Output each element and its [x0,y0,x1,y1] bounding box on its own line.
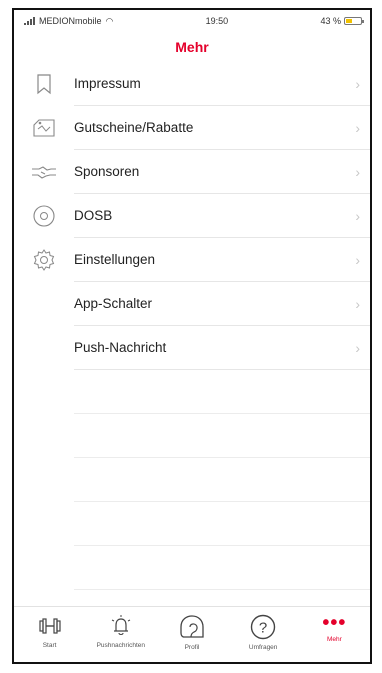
tab-bar: Start Pushnachrichten Profil ? Umfragen … [14,606,370,662]
status-bar: MEDIONmobile ◠ 19:50 43 % [14,10,370,32]
phone-screen: MEDIONmobile ◠ 19:50 43 % Mehr Impressum… [12,8,372,664]
tab-pushnachrichten[interactable]: Pushnachrichten [86,613,156,649]
menu-list: Impressum › Gutscheine/Rabatte › Sponsor… [14,62,370,590]
menu-item-app-schalter[interactable]: App-Schalter › [14,282,370,326]
menu-item-sponsoren[interactable]: Sponsoren › [14,150,370,194]
chevron-right-icon: › [355,163,360,180]
menu-item-label: Sponsoren [74,164,140,179]
clock: 19:50 [205,16,229,26]
menu-item-impressum[interactable]: Impressum › [14,62,370,106]
tab-label: Umfragen [248,644,278,651]
menu-item-gutscheine[interactable]: Gutscheine/Rabatte › [14,106,370,150]
menu-item-label: DOSB [74,208,113,223]
chevron-right-icon: › [355,251,360,268]
tab-label: Profil [184,644,200,651]
chevron-right-icon: › [355,339,360,356]
chevron-right-icon: › [355,207,360,224]
page-title: Mehr [175,39,209,55]
signal-icon [24,17,35,25]
wifi-icon: ◠ [105,15,114,26]
menu-item-dosb[interactable]: DOSB › [14,194,370,238]
tab-label: Mehr [326,636,342,643]
nav-bar: Mehr [14,32,370,62]
bell-icon [111,615,131,636]
bookmark-icon [37,74,51,95]
voucher-icon [33,119,55,137]
gear-icon [33,249,55,271]
chevron-right-icon: › [355,119,360,136]
menu-item-einstellungen[interactable]: Einstellungen › [14,238,370,282]
dosb-logo-icon [33,205,55,227]
battery-icon [343,17,364,25]
empty-row [74,502,370,546]
question-icon: ? [250,614,276,640]
more-icon: ••• [322,612,347,634]
menu-item-push-nachricht[interactable]: Push-Nachricht › [14,326,370,370]
empty-row [74,546,370,590]
menu-item-label: App-Schalter [74,296,153,311]
menu-item-label: Push-Nachricht [74,340,167,355]
empty-row [74,458,370,502]
carrier-name: MEDIONmobile [39,16,102,26]
battery-percent: 43 % [320,16,341,26]
tab-profil[interactable]: Profil [157,613,227,651]
chevron-right-icon: › [355,295,360,312]
tab-start[interactable]: Start [15,613,85,649]
tab-mehr[interactable]: ••• Mehr [299,613,369,643]
empty-row [74,370,370,414]
tab-label: Pushnachrichten [96,642,145,649]
tab-umfragen[interactable]: ? Umfragen [228,613,298,651]
menu-item-label: Impressum [74,76,141,91]
tab-label: Start [42,642,57,649]
menu-item-label: Gutscheine/Rabatte [74,120,194,135]
empty-row [74,414,370,458]
svg-text:?: ? [259,620,267,637]
profile-icon [180,615,204,638]
chevron-right-icon: › [355,75,360,92]
menu-item-label: Einstellungen [74,252,156,267]
handshake-icon [32,166,56,179]
dumbbell-icon [38,618,61,634]
